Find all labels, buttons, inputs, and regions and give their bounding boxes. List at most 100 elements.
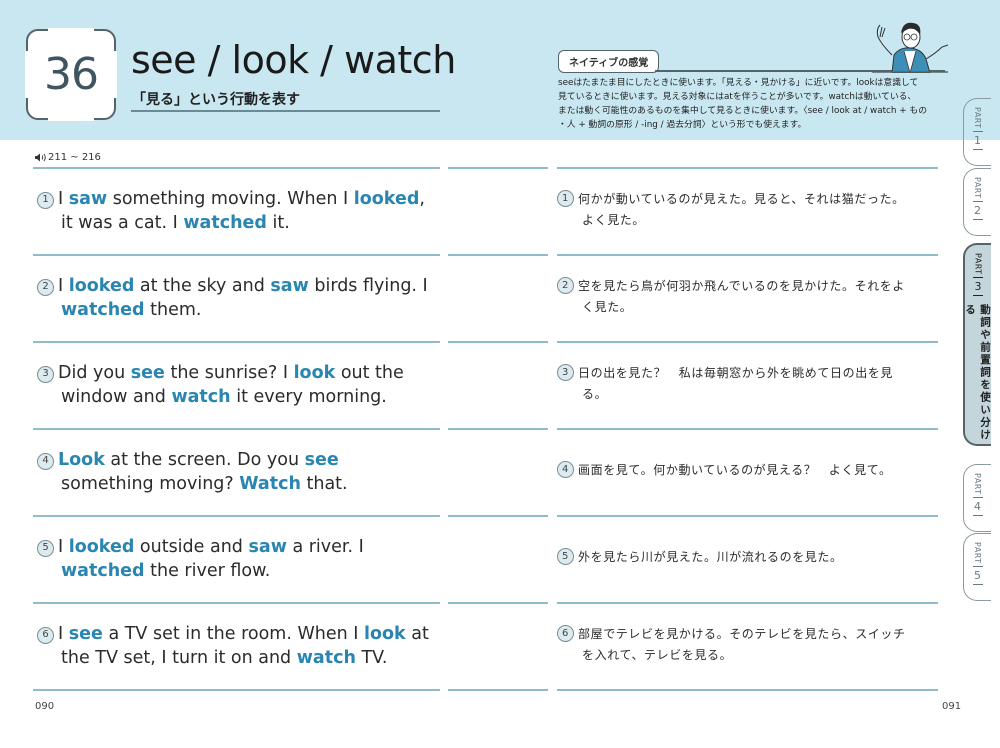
tab-separator [972, 565, 983, 567]
sentence-number-badge: 1 [37, 191, 54, 209]
translation-number-badge: 4 [557, 461, 574, 478]
sentence-text: outside and [134, 537, 249, 557]
english-sentence: 5I looked outside and saw a river. Iwatc… [37, 535, 457, 583]
english-line: 1I saw something moving. When I looked, [37, 187, 457, 211]
ruled-line [33, 602, 440, 604]
ruled-line [448, 428, 548, 430]
sentence-text: the sunrise? I [164, 363, 294, 383]
part-tab-label: PART [973, 177, 982, 199]
sentence-text: a TV set in the room. When I [102, 624, 365, 644]
sentence-number-badge: 2 [37, 278, 54, 296]
english-sentence: 6I see a TV set in the room. When I look… [37, 622, 457, 670]
part-tab-1[interactable]: PART 1 [963, 98, 991, 166]
part-tab-number: 2 [974, 203, 981, 217]
translation-line: 5 外を見たら川が見えた。川が流れるのを見た。 [557, 547, 947, 568]
part-tab-4[interactable]: PART 4 [963, 464, 991, 532]
sentence-text: I [58, 537, 69, 557]
ruled-line [557, 689, 938, 691]
translation-text: 空を見たら鳥が何羽か飛んでいるのを見かけた。それをよ [578, 279, 906, 293]
highlighted-verb: saw [248, 537, 287, 557]
tab-separator [973, 276, 983, 278]
sentence-number-badge: 6 [37, 626, 54, 644]
sentence-text: them. [144, 300, 202, 320]
native-sense-line: または動く可能性のあるものを集中して見るときに使います。〈see / look … [558, 106, 928, 116]
english-sentence: 4 Look at the screen. Do you see something… [37, 448, 457, 496]
english-line: it was a cat. I watched it. [37, 211, 457, 235]
tab-separator [972, 130, 983, 132]
translation-text: 何かが動いているのが見えた。見ると、それは猫だった。 [578, 192, 905, 206]
highlighted-verb: watched [61, 561, 145, 581]
part-tab-5[interactable]: PART 5 [963, 533, 991, 601]
translation-number-badge: 2 [557, 277, 574, 294]
translation-number-badge: 3 [557, 364, 574, 381]
ruled-line [448, 515, 548, 517]
native-sense-text: seeはたまたま目にしたときに使います。「見える・見かける」に近いです。look… [558, 76, 948, 132]
sentence-text: something moving. When I [107, 189, 354, 209]
highlighted-verb: looked [68, 276, 135, 296]
translation-text: 部屋でテレビを見かける。そのテレビを見たら、スイッチ [578, 627, 906, 641]
lesson-number: 36 [44, 49, 99, 100]
highlighted-verb: Watch [239, 474, 301, 494]
tab-separator [972, 218, 983, 220]
sentence-text: it was a cat. I [61, 213, 184, 233]
part-tab-number: 4 [974, 499, 981, 513]
highlighted-verb: Look [58, 450, 105, 470]
highlighted-verb: watched [183, 213, 267, 233]
sentence-text: it every morning. [230, 387, 387, 407]
sentence-text: I [58, 276, 69, 296]
japanese-translation: 2 空を見たら鳥が何羽か飛んでいるのを見かけた。それをよ く見た。 [557, 276, 947, 318]
audio-range-text: 211 ~ 216 [48, 152, 101, 163]
ruled-line [557, 515, 938, 517]
sentence-number-badge: 5 [37, 539, 54, 557]
english-line: the TV set, I turn it on and watch TV. [37, 646, 457, 670]
english-sentence: 2I looked at the sky and saw birds flyin… [37, 274, 457, 322]
highlighted-verb: saw [68, 189, 108, 209]
sentence-text: at the screen. Do you [104, 450, 305, 470]
tab-separator [972, 148, 983, 150]
english-line: watched the river flow. [37, 559, 457, 583]
teacher-mascot-icon [872, 22, 949, 73]
highlighted-verb: watched [61, 300, 145, 320]
sentence-text: I [58, 624, 69, 644]
highlighted-verb: looked [353, 189, 420, 209]
sentence-number-badge: 3 [37, 365, 54, 383]
part-tab-label: PART [973, 473, 982, 495]
native-sense-line: 見ているときに使います。見える対象にはatを伴うことが多いです。watchは動い… [558, 92, 917, 102]
part-tab-2[interactable]: PART 2 [963, 168, 991, 236]
tab-separator [973, 294, 983, 296]
japanese-translation: 4 画面を見て。何か動いているのが見える？ よく見て。 [557, 460, 947, 481]
sentence-text: birds flying. I [308, 276, 428, 296]
english-line: 3 Did you see the sunrise? I look out the [37, 361, 457, 385]
translation-text: 外を見たら川が見えた。川が流れるのを見た。 [578, 550, 843, 564]
translation-line: る。 [557, 384, 947, 405]
english-line: 6I see a TV set in the room. When I look… [37, 622, 457, 646]
ruled-line [448, 167, 548, 169]
ruled-line [33, 515, 440, 517]
japanese-translation: 5 外を見たら川が見えた。川が流れるのを見た。 [557, 547, 947, 568]
part-tab-label: PART [973, 107, 982, 129]
english-line: 4 Look at the screen. Do you see [37, 448, 457, 472]
part-tab-3[interactable]: PART 3 動詞や前置詞を使い分ける [963, 243, 991, 446]
highlighted-verb: look [364, 624, 406, 644]
translation-text: 画面を見て。何か動いているのが見える？ よく見て。 [578, 463, 892, 477]
sentence-text: I [58, 189, 69, 209]
audio-track-range[interactable]: 211 ~ 216 [35, 152, 101, 163]
sentence-text: window and [61, 387, 172, 407]
sentence-text: out the [335, 363, 404, 383]
part-tab-number: 1 [974, 133, 981, 147]
ruled-line [33, 254, 440, 256]
sentence-text: that. [300, 474, 348, 494]
translation-text: る。 [582, 387, 608, 401]
native-sense-tag: ネイティブの感覚 [558, 50, 660, 73]
ruled-line [557, 254, 938, 256]
translation-text: よく見た。 [582, 213, 646, 227]
translation-line: 6 部屋でテレビを見かける。そのテレビを見たら、スイッチ [557, 624, 947, 645]
sentence-text: the river flow. [144, 561, 271, 581]
sentence-text: something moving? [61, 474, 240, 494]
sentence-text: at [405, 624, 429, 644]
tab-separator [972, 583, 983, 585]
native-sense-line: ・人 + 動詞の原形 / -ing / 過去分詞〉という形でも使えます。 [558, 120, 807, 130]
english-line: 2I looked at the sky and saw birds flyin… [37, 274, 457, 298]
speaker-icon [35, 153, 46, 162]
part-tab-number: 5 [974, 568, 981, 582]
